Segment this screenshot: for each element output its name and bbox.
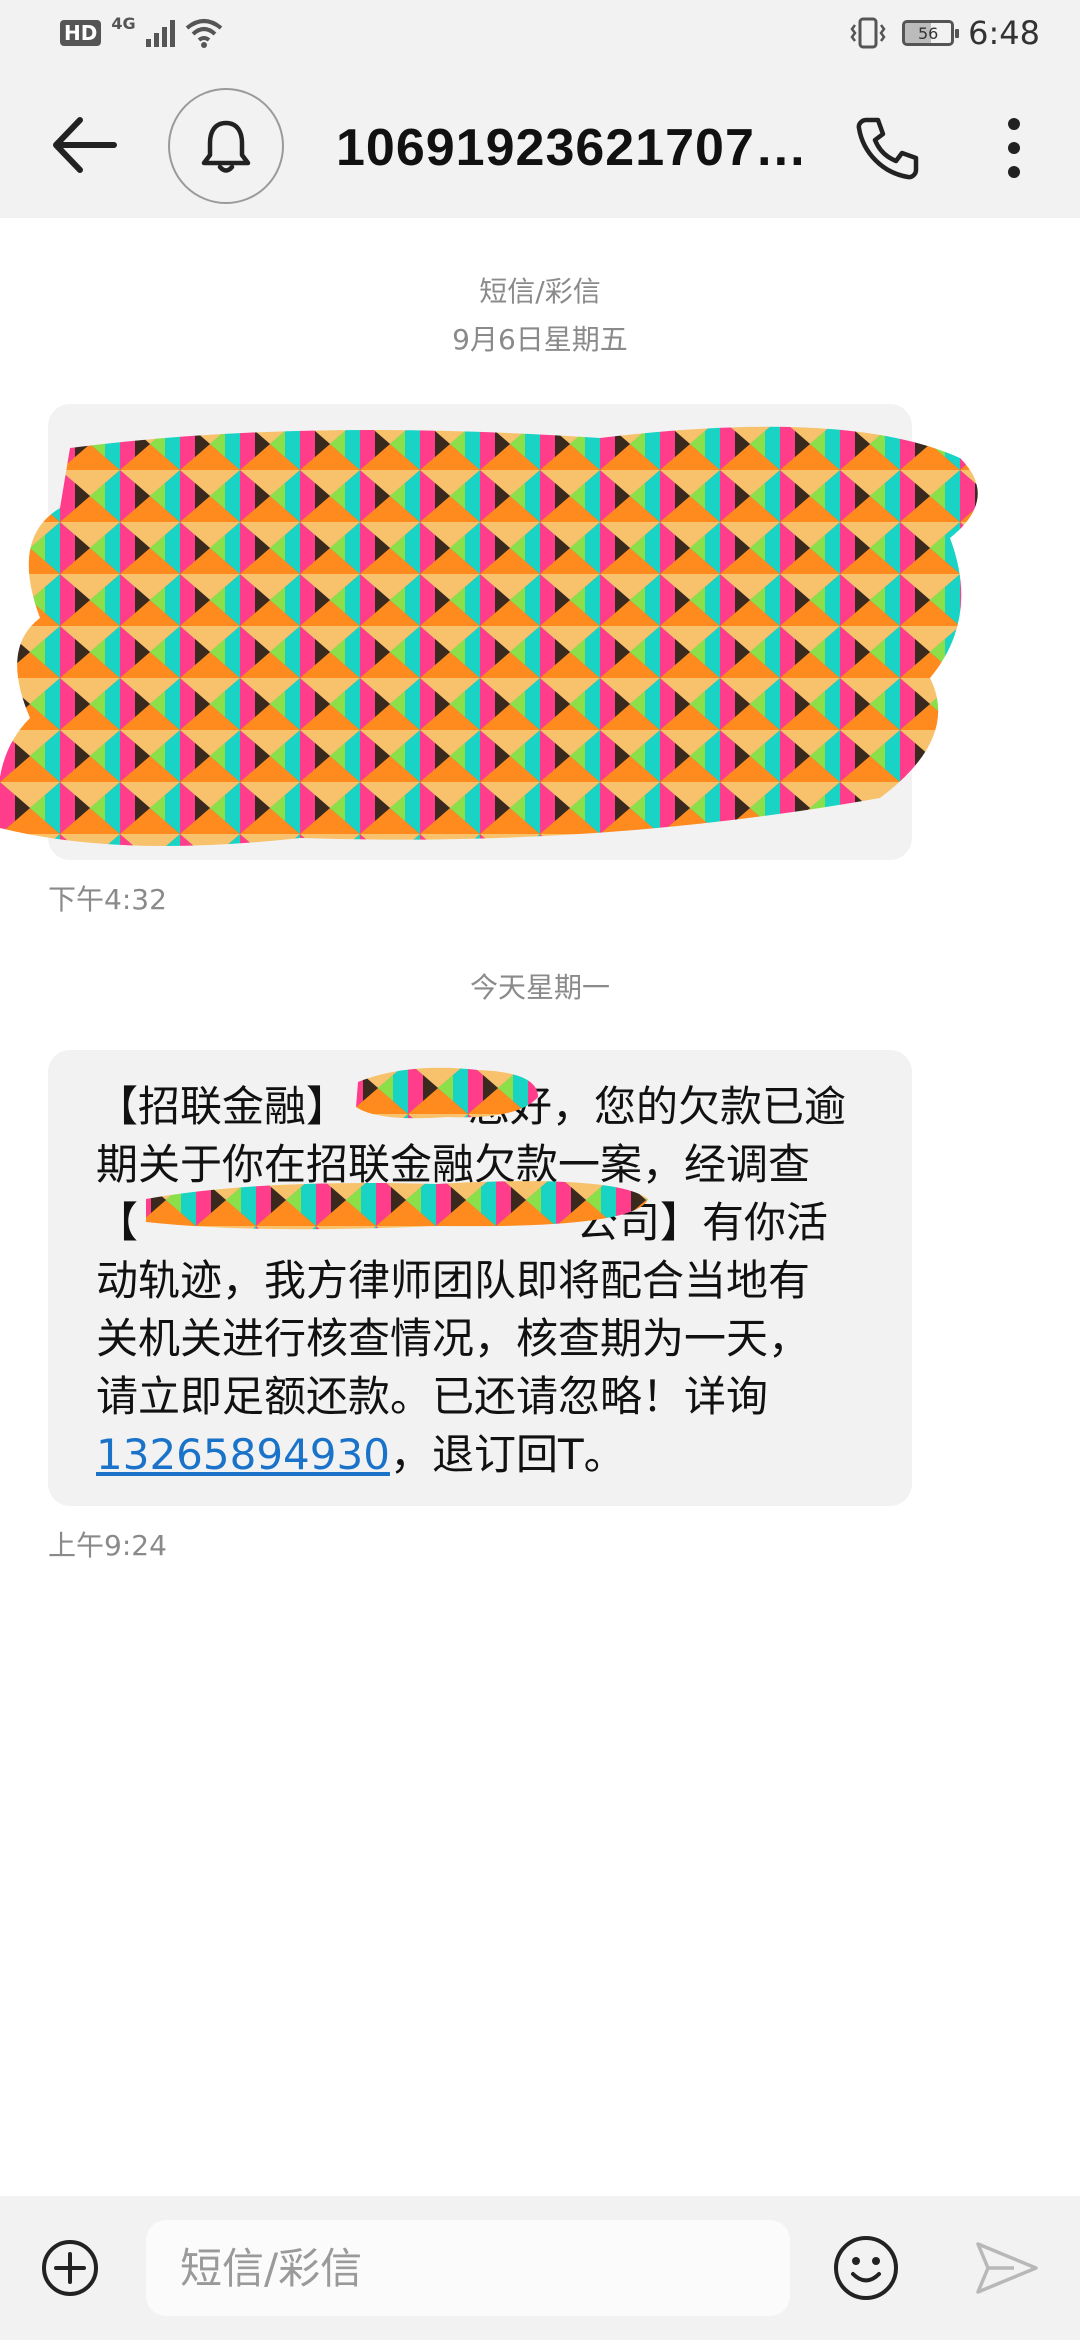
- send-icon: [976, 2242, 1038, 2294]
- message-time: 上午9:24: [48, 1529, 167, 1562]
- smiley-icon: [834, 2236, 898, 2300]
- message-composer: [0, 2196, 1080, 2340]
- message-type-label: 短信/彩信: [479, 275, 601, 308]
- message-input[interactable]: [146, 2220, 790, 2316]
- hd-badge: HD: [60, 20, 102, 46]
- more-vertical-icon: [1008, 118, 1020, 178]
- phone-icon: [856, 117, 919, 180]
- battery-icon: 56: [902, 20, 960, 46]
- date-separator: 今天星期一: [469, 971, 610, 1004]
- date-separator: 9月6日星期五: [452, 323, 628, 356]
- status-bar: HD 4G 56 6:48: [0, 0, 1080, 72]
- arrow-left-icon: [53, 117, 117, 173]
- battery-level: 56: [917, 23, 939, 43]
- call-button[interactable]: [852, 112, 924, 184]
- redaction-overlay: [356, 1067, 538, 1119]
- bell-icon: [201, 120, 251, 173]
- message-text: 【招联金融】 您好，您的欠款已逾 期关于你在招联金融欠款一案，经调查 【公司】有你…: [96, 1082, 847, 1479]
- emoji-button[interactable]: [832, 2234, 900, 2302]
- attach-button[interactable]: [40, 2238, 100, 2298]
- app-bar: 10691923621707…: [0, 72, 1080, 218]
- network-type: 4G: [111, 13, 136, 33]
- status-time: 6:48: [968, 14, 1040, 52]
- signal-icon: [145, 19, 175, 47]
- redaction-overlay: [146, 1181, 648, 1230]
- more-options-button[interactable]: [996, 112, 1032, 184]
- back-button[interactable]: [44, 110, 124, 180]
- contact-number-title: 10691923621707…: [336, 119, 808, 177]
- redaction-overlay: [0, 426, 978, 846]
- send-button[interactable]: [974, 2238, 1040, 2298]
- vibrate-icon: [850, 17, 886, 49]
- message-time: 下午4:32: [48, 883, 167, 916]
- message-bubble[interactable]: 【招联金融】 您好，您的欠款已逾 期关于你在招联金融欠款一案，经调查 【公司】有你…: [48, 1050, 912, 1506]
- message-bubble[interactable]: [0, 404, 978, 860]
- notification-toggle-button[interactable]: [168, 88, 284, 204]
- phone-number-link[interactable]: 13265894930: [96, 1430, 390, 1479]
- plus-circle-icon: [42, 2240, 98, 2296]
- wifi-icon: [185, 19, 222, 48]
